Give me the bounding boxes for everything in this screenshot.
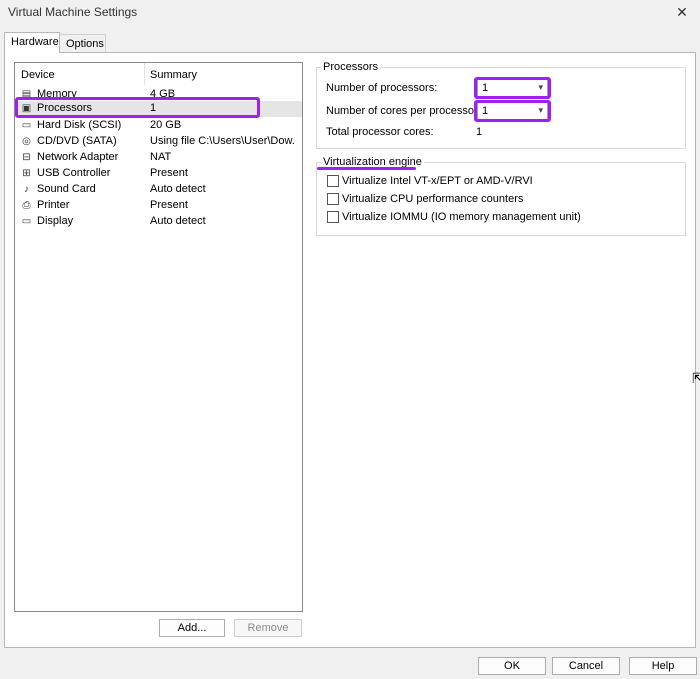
device-name: CD/DVD (SATA) <box>37 135 117 147</box>
usb-icon: ⊞ <box>22 168 31 179</box>
total-cores-label: Total processor cores: <box>326 126 434 138</box>
cores-per-processor-label: Number of cores per processor: <box>326 105 481 117</box>
device-name: Memory <box>37 88 77 100</box>
add-button[interactable]: Add... <box>159 619 225 637</box>
sound-icon: ♪ <box>24 184 29 195</box>
hard-disk-icon: ▭ <box>21 120 32 131</box>
device-row-network-adapter[interactable]: ⊟ Network Adapter NAT <box>15 150 302 166</box>
perf-counters-label: Virtualize CPU performance counters <box>342 193 524 205</box>
device-name: USB Controller <box>37 167 111 179</box>
device-row-display[interactable]: ▭ Display Auto detect <box>15 214 302 230</box>
title-bar: Virtual Machine Settings ✕ <box>0 0 700 26</box>
summary-column-header[interactable]: Summary <box>150 69 197 81</box>
iommu-checkbox[interactable] <box>327 211 339 223</box>
device-name: Hard Disk (SCSI) <box>37 119 122 131</box>
vtx-checkbox[interactable] <box>327 175 339 187</box>
device-summary: 4 GB <box>150 88 176 100</box>
window-title: Virtual Machine Settings <box>8 5 138 19</box>
column-divider <box>144 63 145 85</box>
close-icon[interactable]: ✕ <box>672 3 692 21</box>
num-processors-label: Number of processors: <box>326 82 438 94</box>
cd-dvd-icon: ◎ <box>22 136 31 147</box>
device-row-hard-disk[interactable]: ▭ Hard Disk (SCSI) 20 GB <box>15 118 302 134</box>
num-processors-value: 1 <box>482 82 489 94</box>
device-summary: NAT <box>150 151 172 163</box>
device-name: Display <box>37 215 74 227</box>
device-list-header: Device Summary <box>15 63 302 85</box>
device-column-header[interactable]: Device <box>21 69 55 81</box>
num-processors-select[interactable]: 1 ▾ <box>477 79 548 97</box>
chevron-down-icon: ▾ <box>538 105 543 115</box>
cancel-button[interactable]: Cancel <box>552 657 620 675</box>
device-summary: Auto detect <box>150 215 206 227</box>
tab-hardware[interactable]: Hardware <box>4 32 60 53</box>
device-list[interactable]: Device Summary ▤ Memory 4 GB ▣ Processor… <box>14 62 303 612</box>
memory-icon: ▤ <box>21 89 32 100</box>
device-row-processors[interactable]: ▣ Processors 1 <box>15 101 302 117</box>
device-summary: 1 <box>150 102 157 114</box>
device-summary: Present <box>150 167 188 179</box>
perf-counters-checkbox[interactable] <box>327 193 339 205</box>
help-button[interactable]: Help <box>629 657 697 675</box>
remove-button[interactable]: Remove <box>234 619 302 637</box>
device-row-cd-dvd[interactable]: ◎ CD/DVD (SATA) Using file C:\Users\User… <box>15 134 302 150</box>
processor-icon: ▣ <box>21 103 32 114</box>
device-name: Printer <box>37 199 70 211</box>
ok-button[interactable]: OK <box>478 657 546 675</box>
mouse-cursor-icon: ⇱ <box>692 370 700 386</box>
device-row-printer[interactable]: ⎙ Printer Present <box>15 198 302 214</box>
cores-per-processor-select[interactable]: 1 ▾ <box>477 102 548 120</box>
iommu-label: Virtualize IOMMU (IO memory management u… <box>342 211 581 223</box>
device-row-usb-controller[interactable]: ⊞ USB Controller Present <box>15 166 302 182</box>
printer-icon: ⎙ <box>22 200 31 211</box>
cores-per-processor-value: 1 <box>482 105 489 117</box>
display-icon: ▭ <box>21 216 32 227</box>
virtualization-title-underline <box>317 167 416 170</box>
device-row-sound-card[interactable]: ♪ Sound Card Auto detect <box>15 182 302 198</box>
device-summary: 20 GB <box>150 119 182 131</box>
device-summary: Present <box>150 199 188 211</box>
device-summary: Auto detect <box>150 183 206 195</box>
tab-options[interactable]: Options <box>60 34 106 52</box>
chevron-down-icon: ▾ <box>538 82 543 92</box>
device-name: Sound Card <box>37 183 96 195</box>
processors-group-title: Processors <box>321 61 381 73</box>
device-name: Network Adapter <box>37 151 119 163</box>
network-adapter-icon: ⊟ <box>22 152 31 163</box>
total-cores-value: 1 <box>476 126 483 138</box>
device-summary: Using file C:\Users\User\Dow... <box>150 135 295 147</box>
vtx-label: Virtualize Intel VT-x/EPT or AMD-V/RVI <box>342 175 533 187</box>
device-name: Processors <box>37 102 93 114</box>
